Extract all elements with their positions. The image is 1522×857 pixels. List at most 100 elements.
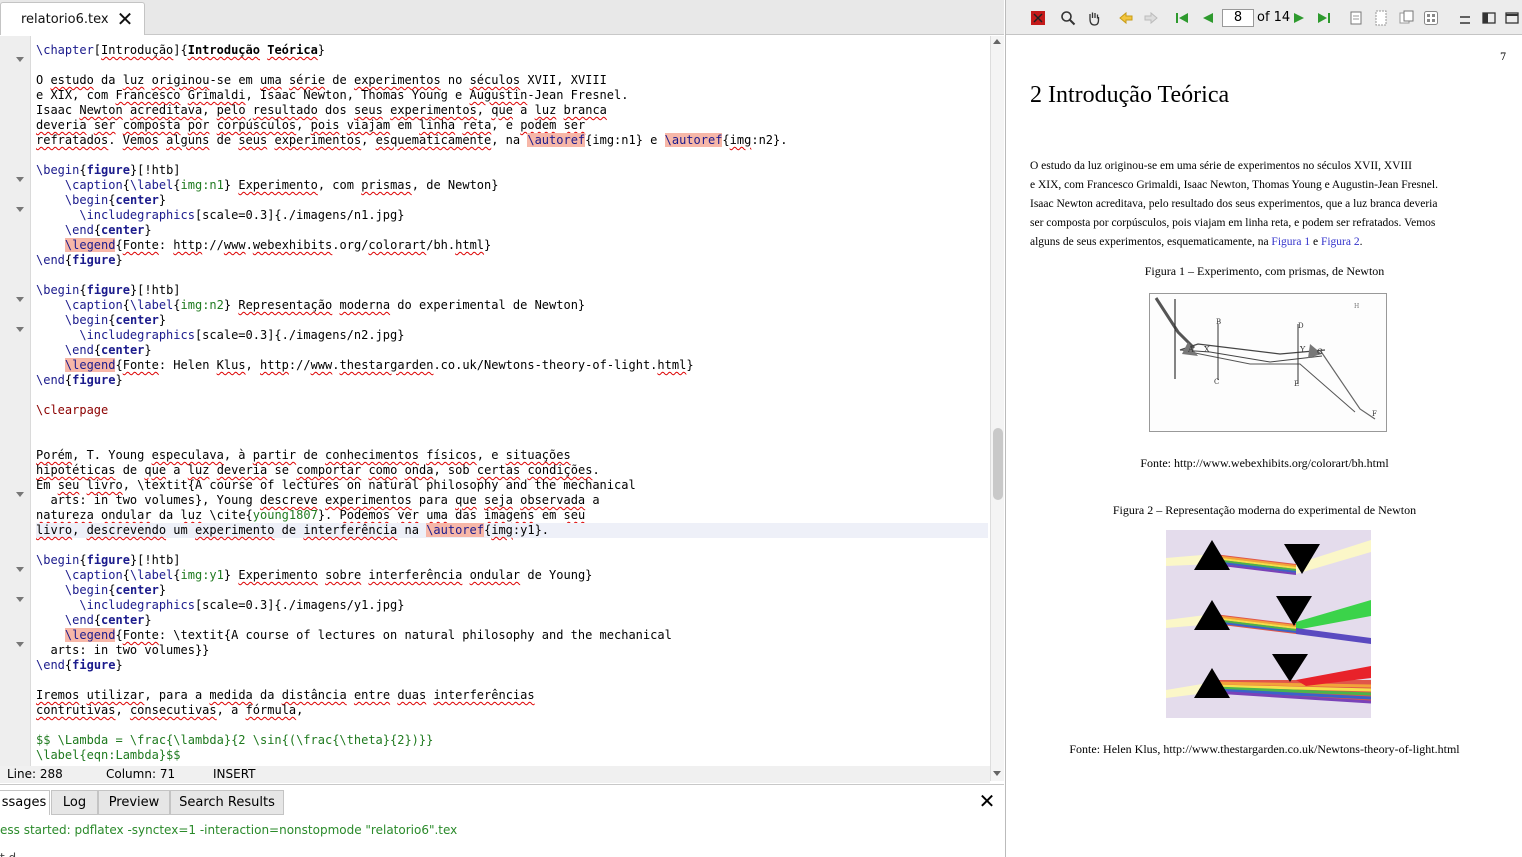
code-line[interactable]: Em seu livro, \textit{A course of lectur…	[36, 478, 988, 493]
previous-page-icon[interactable]	[1200, 10, 1216, 26]
back-icon[interactable]	[1118, 10, 1134, 26]
code-token: : \textit{A course of lectures on natura…	[158, 628, 672, 642]
minimize-icon[interactable]	[1457, 10, 1473, 26]
continuous-icon[interactable]	[1373, 10, 1389, 26]
code-line[interactable]: \includegraphics[scale=0.3]{./imagens/y1…	[36, 598, 988, 613]
figure-2-link[interactable]: Figura 2	[1321, 236, 1360, 248]
code-line[interactable]: \chapter[Introdução]{Introdução Teórica}	[36, 43, 988, 58]
code-line[interactable]: Iremos utilizar, para a medida da distân…	[36, 688, 988, 703]
code-line[interactable]: \begin{figure}[!htb]	[36, 163, 988, 178]
code-line[interactable]: deveria ser composta por corpúsculos, po…	[36, 118, 988, 133]
zoom-icon[interactable]	[1060, 10, 1076, 26]
pdf-page[interactable]: 7 2 Introdução Teórica O estudo da luz o…	[1006, 36, 1522, 857]
code-line[interactable]: \begin{center}	[36, 583, 988, 598]
fold-arrow-icon[interactable]	[16, 177, 24, 182]
fold-arrow-icon[interactable]	[16, 597, 24, 602]
code-line[interactable]: \end{center}	[36, 613, 988, 628]
code-token: }	[223, 178, 239, 192]
code-line[interactable]: \caption{\label{img:y1} Experimento sobr…	[36, 568, 988, 583]
code-line[interactable]: \clearpage	[36, 403, 988, 418]
code-token: de	[209, 133, 239, 147]
chapter-heading: 2 Introdução Teórica	[1030, 82, 1230, 108]
code-line[interactable]: \begin{center}	[36, 313, 988, 328]
grid-view-icon[interactable]	[1423, 10, 1439, 26]
code-line[interactable]	[36, 58, 988, 73]
code-line[interactable]	[36, 418, 988, 433]
fold-arrow-icon[interactable]	[16, 327, 24, 332]
first-page-icon[interactable]	[1174, 10, 1190, 26]
scrollbar-thumb[interactable]	[993, 428, 1003, 500]
code-line[interactable]	[36, 538, 988, 553]
code-line[interactable]	[36, 388, 988, 403]
code-line[interactable]: $$ \Lambda = \frac{\lambda}{2 \sin{(\fra…	[36, 733, 988, 748]
code-line[interactable]: O estudo da luz originou-se em uma série…	[36, 73, 988, 88]
maximize-icon[interactable]	[1504, 10, 1520, 26]
code-line[interactable]: \legend{Fonte: http://www.webexhibits.or…	[36, 238, 988, 253]
code-line[interactable]: \caption{\label{img:n2} Representação mo…	[36, 298, 988, 313]
editor-scrollbar[interactable]	[990, 36, 1004, 781]
code-line[interactable]: \includegraphics[scale=0.3]{./imagens/n1…	[36, 208, 988, 223]
code-line[interactable]	[36, 268, 988, 283]
misspelled-word: conhecimentos	[325, 448, 419, 462]
code-line[interactable]: Porém, T. Young especulava, à partir de …	[36, 448, 988, 463]
code-line[interactable]: e XIX, com Francesco Grimaldi, Isaac New…	[36, 88, 988, 103]
code-line[interactable]: refratados. Vemos alguns de seus experim…	[36, 133, 988, 148]
code-line[interactable]	[36, 148, 988, 163]
code-line[interactable]: \end{figure}	[36, 658, 988, 673]
code-line[interactable]: \begin{figure}[!htb]	[36, 283, 988, 298]
page-number-input[interactable]: 8	[1222, 9, 1254, 27]
tab-log[interactable]: Log	[51, 790, 98, 815]
code-token: ,	[72, 523, 87, 537]
close-icon[interactable]: ✕	[115, 9, 135, 29]
code-line[interactable]	[36, 433, 988, 448]
fold-arrow-icon[interactable]	[16, 642, 24, 647]
window-mode-icon[interactable]	[1481, 10, 1497, 26]
single-page-icon[interactable]	[1348, 10, 1364, 26]
last-page-icon[interactable]	[1316, 10, 1332, 26]
code-line[interactable]: \includegraphics[scale=0.3]{./imagens/n2…	[36, 328, 988, 343]
code-line[interactable]: \legend{Fonte: \textit{A course of lectu…	[36, 628, 988, 643]
figure-1-link[interactable]: Figura 1	[1271, 236, 1310, 248]
scroll-down-icon[interactable]	[993, 771, 1001, 776]
hand-tool-icon[interactable]	[1086, 10, 1102, 26]
code-line[interactable]: \label{eqn:Lambda}$$	[36, 748, 988, 763]
code-line[interactable]: \caption{\label{img:n1} Experimento, com…	[36, 178, 988, 193]
scroll-up-icon[interactable]	[993, 39, 1001, 44]
code-line[interactable]: \begin{figure}[!htb]	[36, 553, 988, 568]
two-page-icon[interactable]	[1398, 10, 1414, 26]
misspelled-word: pelo	[216, 103, 246, 117]
code-line[interactable]: contrutivas, consecutivas, a fórmula,	[36, 703, 988, 718]
code-line[interactable]	[36, 718, 988, 733]
code-line[interactable]: natureza ondular da luz \cite{young1807}…	[36, 508, 988, 523]
code-token: -se em	[209, 73, 261, 87]
fold-arrow-icon[interactable]	[16, 297, 24, 302]
code-line[interactable]: arts: in two volumes}, Young descreve ex…	[36, 493, 988, 508]
forward-icon[interactable]	[1143, 10, 1159, 26]
code-token: \end	[64, 223, 94, 237]
tab-relatorio6[interactable]: relatorio6.tex ✕	[0, 2, 145, 35]
code-token: , com	[317, 178, 362, 192]
tab-messages[interactable]: ssages	[0, 790, 50, 815]
code-line[interactable]: \end{center}	[36, 343, 988, 358]
close-icon[interactable]: ✕	[977, 791, 997, 811]
code-line[interactable]: \end{figure}	[36, 373, 988, 388]
fold-arrow-icon[interactable]	[16, 57, 24, 62]
code-line[interactable]: hipotéticas de que a luz deveria se comp…	[36, 463, 988, 478]
tab-preview[interactable]: Preview	[98, 790, 170, 815]
code-line[interactable]: \end{center}	[36, 223, 988, 238]
fold-arrow-icon[interactable]	[16, 207, 24, 212]
code-line[interactable]: \end{figure}	[36, 253, 988, 268]
code-editor[interactable]: \chapter[Introdução]{Introdução Teórica}…	[36, 43, 988, 765]
code-line[interactable]	[36, 673, 988, 688]
code-line[interactable]: arts: in two volumes}}	[36, 643, 988, 658]
tab-search-results[interactable]: Search Results	[170, 790, 284, 815]
next-page-icon[interactable]	[1291, 10, 1307, 26]
fold-arrow-icon[interactable]	[16, 492, 24, 497]
code-line[interactable]: livro, descrevendo um experimento de int…	[36, 523, 988, 538]
code-line[interactable]: \legend{Fonte: Helen Klus, http://www.th…	[36, 358, 988, 373]
pdf-app-icon[interactable]	[1030, 10, 1046, 26]
fold-arrow-icon[interactable]	[16, 567, 24, 572]
code-line[interactable]: Isaac Newton acreditava, pelo resultado …	[36, 103, 988, 118]
code-line[interactable]: \begin{center}	[36, 193, 988, 208]
